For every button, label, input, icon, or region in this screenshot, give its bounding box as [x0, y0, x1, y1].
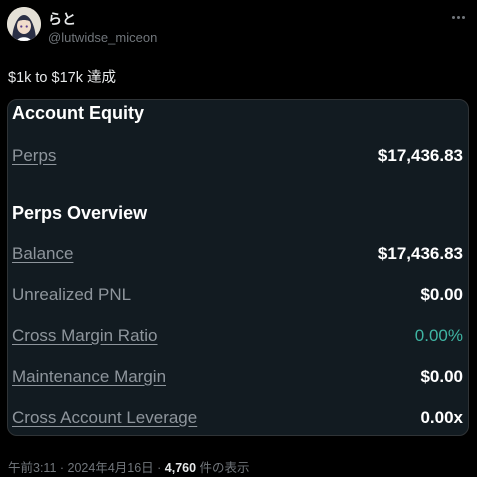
tweet-timestamp[interactable]: 午前3:11 · 2024年4月16日 · [8, 461, 165, 475]
account-equity-title: Account Equity [12, 103, 145, 123]
maintenance-margin-label: Maintenance Margin [12, 367, 167, 386]
balance-value: $17,436.83 [377, 244, 463, 263]
tweet-media-image[interactable]: Account Equity Perps $17,436.83 Perps Ov… [7, 99, 469, 436]
cross-account-leverage-label: Cross Account Leverage [12, 408, 198, 427]
author-handle[interactable]: @lutwidse_miceon [48, 30, 157, 45]
cross-margin-ratio-label: Cross Margin Ratio [12, 326, 158, 345]
avatar[interactable] [7, 7, 41, 41]
tweet-meta: 午前3:11 · 2024年4月16日 · 4,760 件の表示 [8, 457, 250, 476]
cross-account-leverage-value: 0.00x [420, 408, 463, 427]
perps-label: Perps [12, 146, 57, 165]
more-icon [461, 15, 465, 19]
tweet-text: $1k to $17k 達成 [8, 70, 116, 86]
perps-value: $17,436.83 [377, 146, 463, 165]
more-icon [451, 15, 455, 19]
more-options-button[interactable] [447, 8, 469, 26]
unrealized-pnl-value: $0.00 [420, 285, 463, 304]
more-icon [456, 15, 460, 19]
perps-overview-title: Perps Overview [12, 203, 148, 223]
unrealized-pnl-label: Unrealized PNL [12, 285, 132, 304]
views-suffix: 件の表示 [196, 461, 250, 475]
balance-label: Balance [12, 244, 74, 263]
maintenance-margin-value: $0.00 [420, 367, 463, 386]
views-count[interactable]: 4,760 [165, 461, 196, 475]
author-display-name[interactable]: らと [48, 9, 76, 29]
cross-margin-ratio-value: 0.00% [414, 326, 463, 345]
